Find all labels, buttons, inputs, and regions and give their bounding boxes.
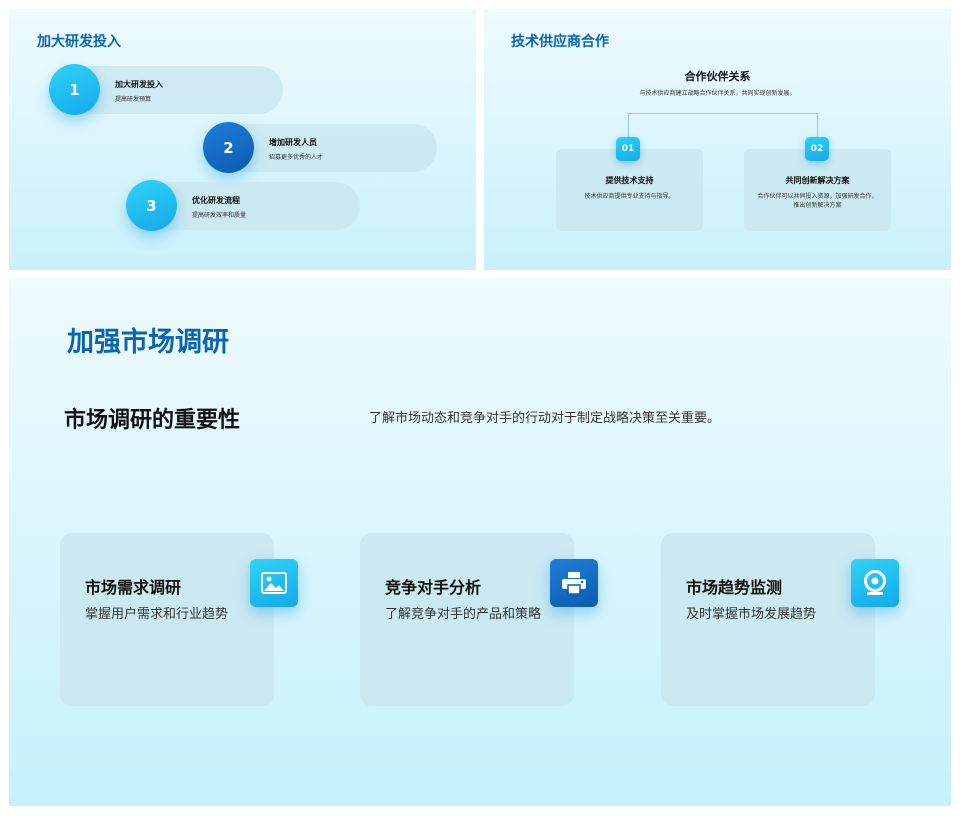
step-number-badge: 2	[203, 122, 254, 173]
card-desc: 掌握用户需求和行业趋势	[85, 607, 229, 622]
slide-title: 加大研发投入	[37, 34, 121, 50]
research-card: 市场趋势监测 及时掌握市场发展趋势	[661, 533, 875, 706]
connector-line	[628, 113, 818, 114]
intro-text: 了解市场动态和竞争对手的行动对于制定战略决策至关重要。	[369, 411, 721, 426]
card-title: 竞争对手分析	[385, 578, 482, 597]
center-subtitle: 与技术供应商建立战略合作伙伴关系，共同实现创新发展。	[639, 90, 796, 97]
step-title: 增加研发人员	[269, 138, 317, 147]
connector-line	[817, 113, 818, 137]
card-title: 共同创新解决方案	[785, 176, 850, 185]
slide-market-research: 加强市场调研 市场调研的重要性 了解市场动态和竞争对手的行动对于制定战略决策至关…	[9, 278, 951, 806]
card-number-badge: 01	[616, 137, 640, 161]
slide-rd-investment: 加大研发投入 1 加大研发投入 提高研发预算 2 增加研发人员 招募更多优秀的人…	[9, 9, 476, 270]
partner-card: 提供技术支持 技术供应商提供专业支持与指导。	[556, 149, 703, 231]
card-desc: 合作伙伴可以共同投入资源，加强研发合作，推出创新解决方案	[757, 193, 878, 209]
research-card: 竞争对手分析 了解竞争对手的产品和策略	[360, 533, 574, 706]
step-number-badge: 1	[49, 64, 100, 115]
card-number-badge: 02	[805, 137, 829, 161]
research-card: 市场需求调研 掌握用户需求和行业趋势	[60, 533, 274, 706]
webcam-icon	[851, 559, 899, 607]
slide-title: 加强市场调研	[67, 327, 229, 358]
section-heading: 市场调研的重要性	[64, 408, 241, 433]
slide-tech-supplier: 技术供应商合作 合作伙伴关系 与技术供应商建立战略合作伙伴关系，共同实现创新发展…	[484, 9, 951, 270]
printer-icon	[550, 559, 598, 607]
slide-title: 技术供应商合作	[511, 34, 609, 50]
step-desc: 提高研发效率和质量	[192, 212, 247, 219]
card-title: 市场趋势监测	[686, 578, 783, 597]
card-title: 市场需求调研	[85, 578, 182, 597]
connector-line	[628, 113, 629, 137]
card-desc: 及时掌握市场发展趋势	[686, 607, 817, 622]
partner-card: 共同创新解决方案 合作伙伴可以共同投入资源，加强研发合作，推出创新解决方案	[744, 149, 891, 231]
card-desc: 了解竞争对手的产品和策略	[385, 607, 542, 622]
step-desc: 招募更多优秀的人才	[269, 154, 324, 161]
step-title: 加大研发投入	[115, 80, 163, 89]
step-title: 优化研发流程	[192, 196, 240, 205]
image-icon	[250, 559, 298, 607]
card-title: 提供技术支持	[605, 176, 654, 185]
center-title: 合作伙伴关系	[684, 70, 751, 83]
step-number-badge: 3	[126, 180, 177, 231]
step-desc: 提高研发预算	[115, 96, 152, 103]
card-desc: 技术供应商提供专业支持与指导。	[584, 193, 675, 200]
